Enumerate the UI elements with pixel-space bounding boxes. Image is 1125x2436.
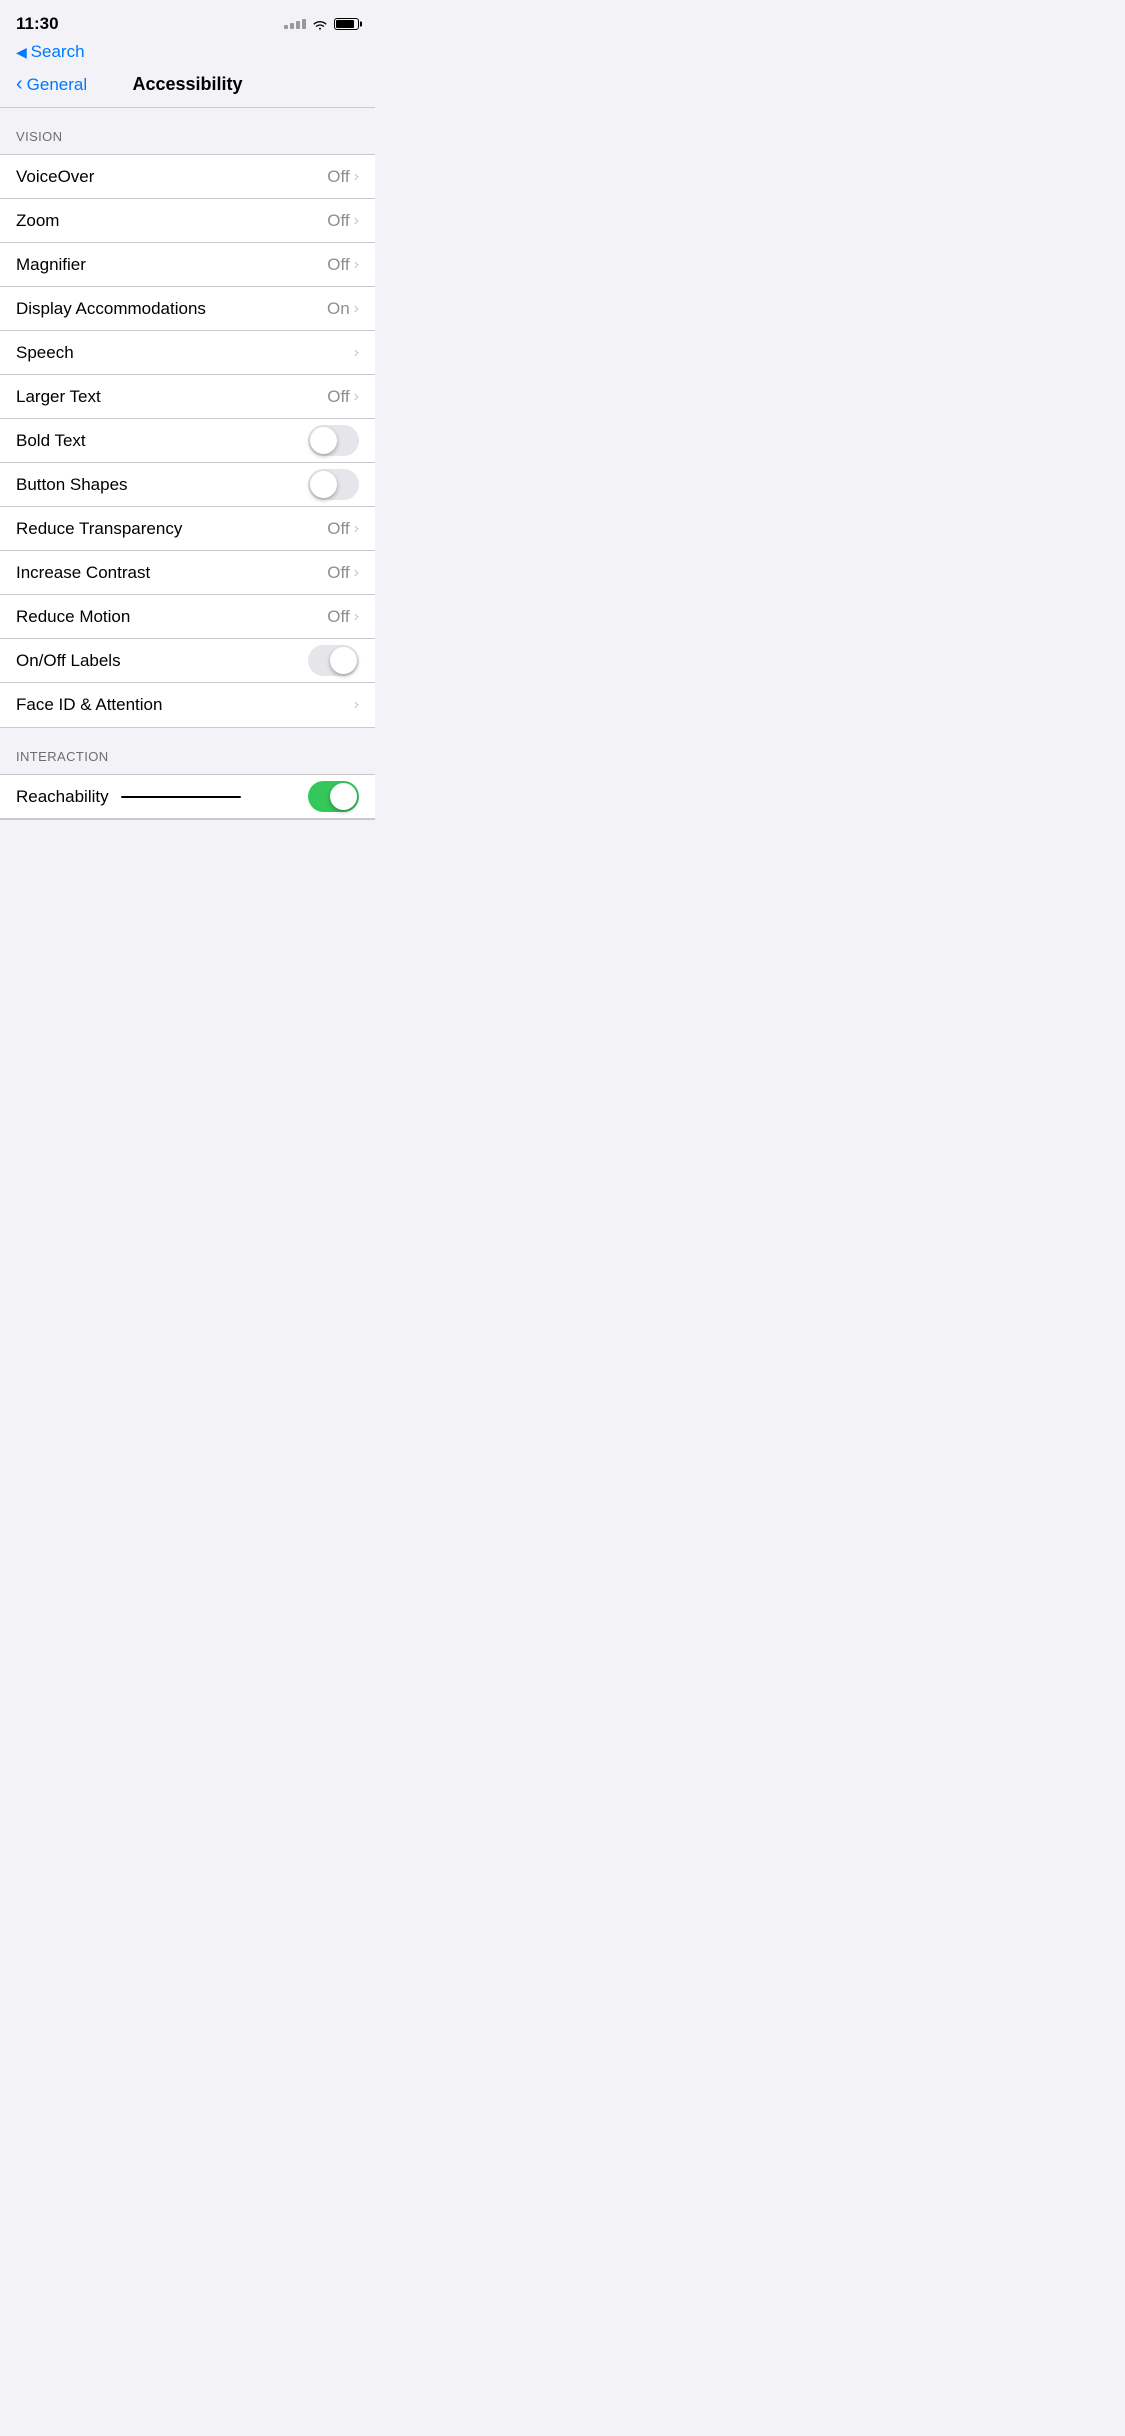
reduce-transparency-status: Off: [327, 519, 349, 539]
reachability-thumb: [330, 783, 357, 810]
reduce-transparency-row[interactable]: Reduce Transparency Off ›: [0, 507, 375, 551]
voiceover-value: Off ›: [327, 167, 359, 187]
page-title: Accessibility: [96, 74, 279, 95]
bold-text-label: Bold Text: [16, 431, 308, 451]
display-accommodations-row[interactable]: Display Accommodations On ›: [0, 287, 375, 331]
status-icons: [284, 18, 359, 30]
back-label: General: [27, 75, 87, 95]
onoff-labels-thumb: [330, 647, 357, 674]
larger-text-row[interactable]: Larger Text Off ›: [0, 375, 375, 419]
onoff-labels-row[interactable]: On/Off Labels: [0, 639, 375, 683]
larger-text-label: Larger Text: [16, 387, 327, 407]
onoff-labels-label: On/Off Labels: [16, 651, 308, 671]
reachability-toggle[interactable]: [308, 781, 359, 812]
zoom-row[interactable]: Zoom Off ›: [0, 199, 375, 243]
magnifier-label: Magnifier: [16, 255, 327, 275]
bold-text-row[interactable]: Bold Text: [0, 419, 375, 463]
reachability-line: [121, 796, 241, 798]
face-id-label: Face ID & Attention: [16, 695, 354, 715]
speech-label: Speech: [16, 343, 354, 363]
display-accommodations-value: On ›: [327, 299, 359, 319]
increase-contrast-row[interactable]: Increase Contrast Off ›: [0, 551, 375, 595]
speech-row[interactable]: Speech ›: [0, 331, 375, 375]
status-bar: 11:30: [0, 0, 375, 40]
magnifier-row[interactable]: Magnifier Off ›: [0, 243, 375, 287]
zoom-chevron-icon: ›: [354, 212, 359, 230]
larger-text-value: Off ›: [327, 387, 359, 407]
increase-contrast-status: Off: [327, 563, 349, 583]
nav-bar: ‹ General Accessibility: [0, 70, 375, 108]
onoff-labels-toggle[interactable]: [308, 645, 359, 676]
button-shapes-row[interactable]: Button Shapes: [0, 463, 375, 507]
display-accommodations-status: On: [327, 299, 350, 319]
face-id-chevron-icon: ›: [354, 696, 359, 714]
interaction-section: INTERACTION Reachability: [0, 728, 375, 820]
display-accommodations-label: Display Accommodations: [16, 299, 327, 319]
vision-label: VISION: [16, 129, 62, 144]
reduce-motion-status: Off: [327, 607, 349, 627]
reduce-transparency-label: Reduce Transparency: [16, 519, 327, 539]
search-back-label[interactable]: Search: [16, 42, 85, 61]
vision-settings-list: VoiceOver Off › Zoom Off › Magnifier Off…: [0, 154, 375, 728]
voiceover-status: Off: [327, 167, 349, 187]
face-id-row[interactable]: Face ID & Attention ›: [0, 683, 375, 727]
reduce-motion-label: Reduce Motion: [16, 607, 327, 627]
increase-contrast-label: Increase Contrast: [16, 563, 327, 583]
interaction-label: INTERACTION: [16, 749, 109, 764]
interaction-settings-list: Reachability: [0, 774, 375, 820]
increase-contrast-value: Off ›: [327, 563, 359, 583]
status-time: 11:30: [16, 14, 59, 34]
vision-section: VISION VoiceOver Off › Zoom Off › Magnif…: [0, 108, 375, 728]
reduce-motion-value: Off ›: [327, 607, 359, 627]
magnifier-status: Off: [327, 255, 349, 275]
reduce-transparency-value: Off ›: [327, 519, 359, 539]
magnifier-chevron-icon: ›: [354, 256, 359, 274]
wifi-icon: [312, 18, 328, 30]
reduce-motion-row[interactable]: Reduce Motion Off ›: [0, 595, 375, 639]
larger-text-chevron-icon: ›: [354, 388, 359, 406]
reduce-transparency-chevron-icon: ›: [354, 520, 359, 538]
magnifier-value: Off ›: [327, 255, 359, 275]
larger-text-status: Off: [327, 387, 349, 407]
search-back[interactable]: Search: [0, 40, 375, 70]
increase-contrast-chevron-icon: ›: [354, 564, 359, 582]
face-id-value: ›: [354, 696, 359, 714]
button-shapes-label: Button Shapes: [16, 475, 308, 495]
speech-value: ›: [354, 344, 359, 362]
bold-text-toggle[interactable]: [308, 425, 359, 456]
battery-icon: [334, 18, 359, 30]
button-shapes-toggle[interactable]: [308, 469, 359, 500]
interaction-section-header: INTERACTION: [0, 728, 375, 774]
signal-icon: [284, 19, 306, 29]
zoom-status: Off: [327, 211, 349, 231]
vision-section-header: VISION: [0, 108, 375, 154]
reachability-label: Reachability: [16, 787, 109, 807]
bold-text-thumb: [310, 427, 337, 454]
display-accommodations-chevron-icon: ›: [354, 300, 359, 318]
voiceover-label: VoiceOver: [16, 167, 327, 187]
button-shapes-thumb: [310, 471, 337, 498]
speech-chevron-icon: ›: [354, 344, 359, 362]
voiceover-row[interactable]: VoiceOver Off ›: [0, 155, 375, 199]
back-button[interactable]: ‹ General: [16, 75, 96, 95]
reduce-motion-chevron-icon: ›: [354, 608, 359, 626]
zoom-value: Off ›: [327, 211, 359, 231]
voiceover-chevron-icon: ›: [354, 168, 359, 186]
zoom-label: Zoom: [16, 211, 327, 231]
back-chevron-icon: ‹: [16, 74, 23, 94]
reachability-row[interactable]: Reachability: [0, 775, 375, 819]
